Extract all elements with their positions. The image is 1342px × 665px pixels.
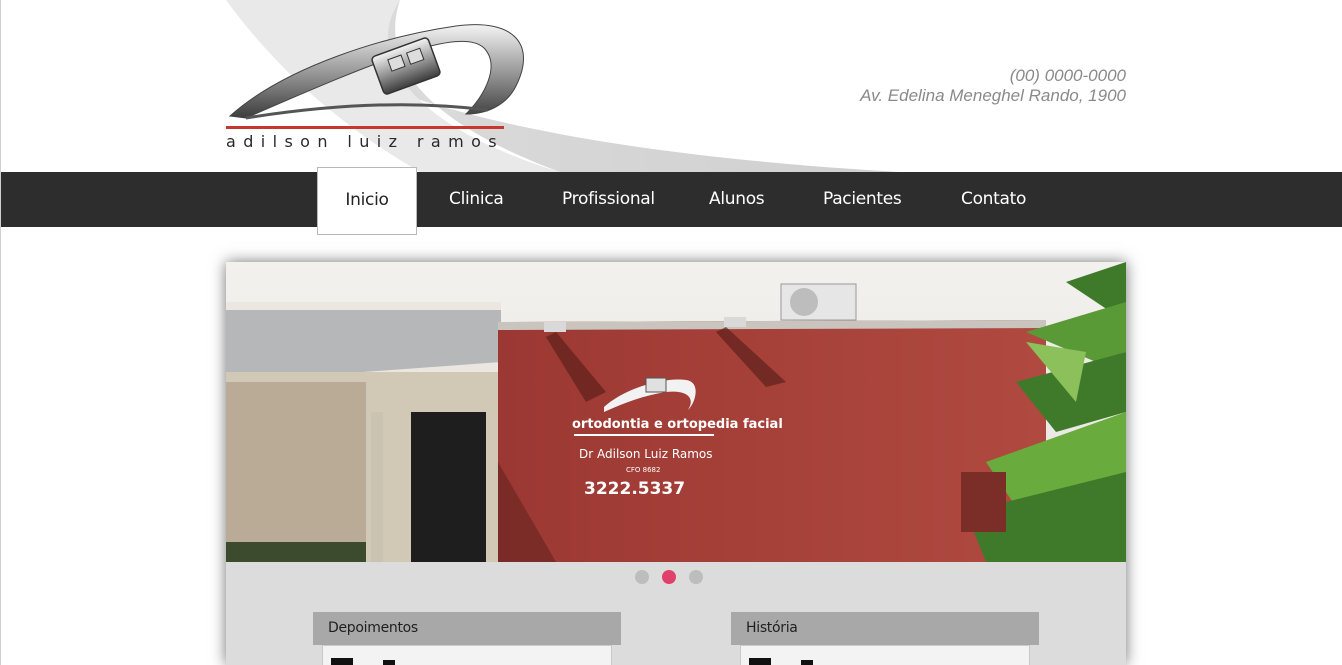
nav-item-pacientes[interactable]: Pacientes — [823, 172, 902, 227]
sign-title-text: ortodontia e ortopedia facial — [572, 417, 783, 432]
header-contact: (00) 0000-0000 Av. Edelina Meneghel Rand… — [860, 66, 1126, 106]
logo-name-text: adilson luiz ramos — [226, 132, 505, 151]
slider-dot-1[interactable] — [635, 570, 649, 584]
nav-item-inicio[interactable]: Inicio — [317, 167, 417, 235]
historia-quote-mark-2 — [801, 660, 813, 665]
historia-header: História — [731, 612, 1039, 645]
sign-cro-text: CFO 8682 — [626, 466, 660, 474]
site-header: adilson luiz ramos (00) 0000-0000 Av. Ed… — [0, 0, 1342, 172]
depoimentos-header: Depoimentos — [313, 612, 621, 645]
depoimentos-body — [322, 645, 612, 665]
historia-quote-mark — [749, 658, 771, 665]
historia-body — [740, 645, 1030, 665]
header-address: Av. Edelina Meneghel Rando, 1900 — [860, 86, 1126, 105]
nav-item-contato[interactable]: Contato — [961, 172, 1026, 227]
nav-item-profissional[interactable]: Profissional — [562, 172, 655, 227]
depoimentos-quote-mark-2 — [383, 660, 395, 665]
nav-item-clinica[interactable]: Clinica — [449, 172, 504, 227]
image-slider[interactable]: ortodontia e ortopedia facial Dr Adilson… — [226, 262, 1126, 562]
sign-phone-text: 3222.5337 — [584, 479, 685, 499]
main-nav: Inicio Clinica Profissional Alunos Pacie… — [1, 167, 1342, 235]
clinic-facade-image: ortodontia e ortopedia facial Dr Adilson… — [226, 262, 1126, 562]
slider-dot-3[interactable] — [689, 570, 703, 584]
sign-name-text: Dr Adilson Luiz Ramos — [579, 447, 713, 461]
slider-dot-2[interactable] — [662, 570, 676, 584]
header-phone: (00) 0000-0000 — [1009, 66, 1126, 85]
header-swoosh-decoration — [226, 0, 900, 172]
depoimentos-quote-mark — [331, 658, 353, 665]
nav-item-alunos[interactable]: Alunos — [709, 172, 765, 227]
